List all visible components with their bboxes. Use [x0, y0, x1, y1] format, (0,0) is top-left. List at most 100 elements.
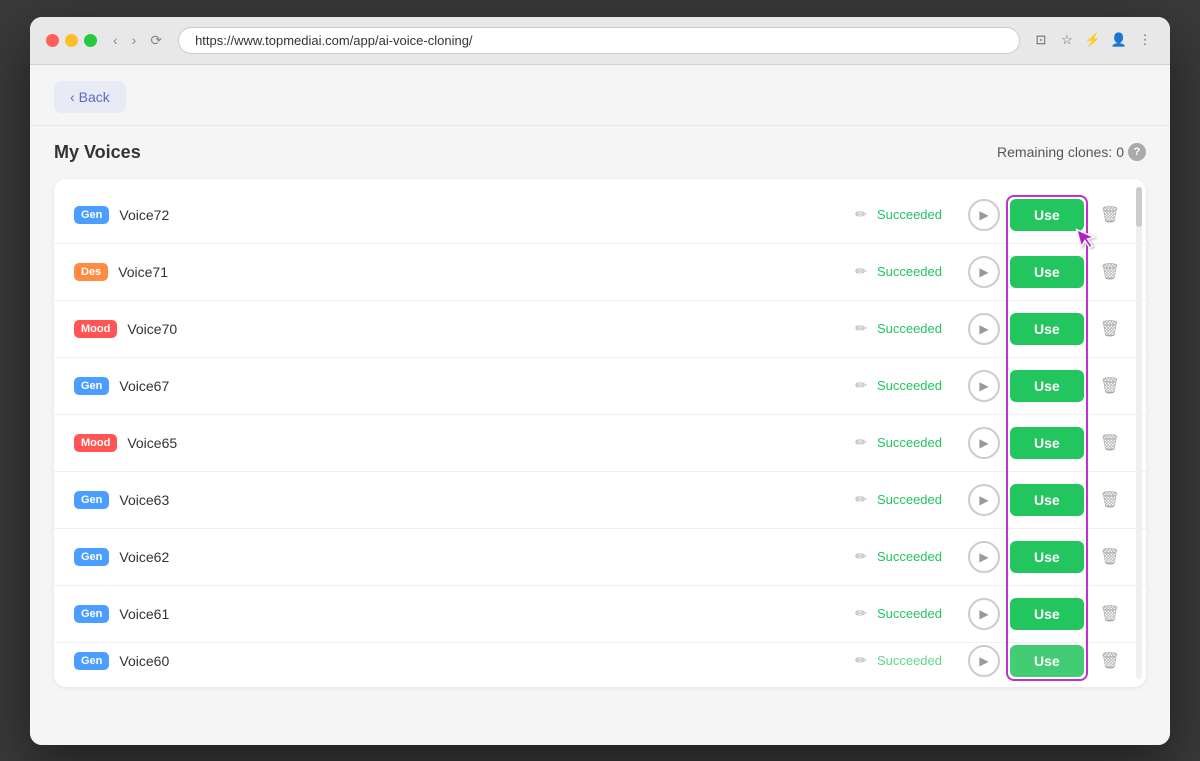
status-badge: Succeeded: [877, 653, 942, 668]
status-badge: Succeeded: [877, 264, 942, 279]
menu-icon[interactable]: ⋮: [1136, 31, 1154, 49]
list-item: Gen Voice63 ✏ Succeeded ▶ Use 🗑: [54, 472, 1146, 529]
use-button[interactable]: Use: [1010, 256, 1084, 288]
back-chevron-icon: ‹: [70, 89, 75, 105]
main-area: My Voices Remaining clones: 0 ? Gen Voic…: [30, 126, 1170, 703]
delete-button[interactable]: 🗑: [1094, 429, 1126, 457]
edit-icon[interactable]: ✏: [855, 434, 867, 451]
voice-name: Voice67: [119, 378, 841, 394]
browser-window: ‹ › ⟳ https://www.topmediai.com/app/ai-v…: [30, 17, 1170, 745]
profile-icon[interactable]: 👤: [1110, 31, 1128, 49]
delete-button[interactable]: 🗑: [1094, 486, 1126, 514]
list-item: Mood Voice70 ✏ Succeeded ▶ Use 🗑: [54, 301, 1146, 358]
title-bar: ‹ › ⟳ https://www.topmediai.com/app/ai-v…: [30, 17, 1170, 65]
edit-icon[interactable]: ✏: [855, 652, 867, 669]
play-icon: ▶: [979, 379, 988, 393]
close-button[interactable]: [46, 34, 59, 47]
remaining-count: 0: [1116, 144, 1124, 160]
star-icon[interactable]: ☆: [1058, 31, 1076, 49]
edit-icon[interactable]: ✏: [855, 605, 867, 622]
traffic-lights: [46, 34, 97, 47]
status-badge: Succeeded: [877, 435, 942, 450]
app-content: ‹ Back My Voices Remaining clones: 0 ?: [30, 65, 1170, 745]
delete-button[interactable]: 🗑: [1094, 647, 1126, 675]
use-button[interactable]: Use: [1010, 199, 1084, 231]
voice-tag: Mood: [74, 320, 117, 338]
use-button[interactable]: Use: [1010, 598, 1084, 630]
voice-name: Voice60: [119, 653, 841, 669]
play-icon: ▶: [979, 493, 988, 507]
voices-header: My Voices Remaining clones: 0 ?: [54, 142, 1146, 163]
play-button[interactable]: ▶: [968, 541, 1000, 573]
play-button[interactable]: ▶: [968, 645, 1000, 677]
extension-icon[interactable]: ⚡: [1084, 31, 1102, 49]
status-badge: Succeeded: [877, 492, 942, 507]
play-icon: ▶: [979, 322, 988, 336]
delete-button[interactable]: 🗑: [1094, 372, 1126, 400]
scrollbar-track[interactable]: [1136, 187, 1142, 679]
use-button[interactable]: Use: [1010, 313, 1084, 345]
use-button[interactable]: Use: [1010, 541, 1084, 573]
back-nav-button[interactable]: ‹: [109, 30, 122, 50]
trash-icon: 🗑: [1100, 378, 1120, 395]
delete-button[interactable]: 🗑: [1094, 543, 1126, 571]
browser-icons: ⊡ ☆ ⚡ 👤 ⋮: [1032, 31, 1154, 49]
trash-icon: 🗑: [1100, 207, 1120, 224]
address-bar[interactable]: https://www.topmediai.com/app/ai-voice-c…: [178, 27, 1020, 54]
delete-button[interactable]: 🗑: [1094, 201, 1126, 229]
edit-icon[interactable]: ✏: [855, 377, 867, 394]
delete-button[interactable]: 🗑: [1094, 258, 1126, 286]
play-button[interactable]: ▶: [968, 598, 1000, 630]
bookmark-icon[interactable]: ⊡: [1032, 31, 1050, 49]
play-icon: ▶: [979, 607, 988, 621]
voice-tag: Des: [74, 263, 108, 281]
edit-icon[interactable]: ✏: [855, 206, 867, 223]
list-item: Gen Voice62 ✏ Succeeded ▶ Use 🗑: [54, 529, 1146, 586]
voice-tag: Gen: [74, 548, 109, 566]
voice-name: Voice71: [118, 264, 841, 280]
page-title: My Voices: [54, 142, 141, 163]
status-badge: Succeeded: [877, 378, 942, 393]
trash-icon: 🗑: [1100, 492, 1120, 509]
minimize-button[interactable]: [65, 34, 78, 47]
delete-button[interactable]: 🗑: [1094, 600, 1126, 628]
forward-nav-button[interactable]: ›: [128, 30, 141, 50]
edit-icon[interactable]: ✏: [855, 320, 867, 337]
voice-name: Voice61: [119, 606, 841, 622]
use-button[interactable]: Use: [1010, 484, 1084, 516]
edit-icon[interactable]: ✏: [855, 491, 867, 508]
play-button[interactable]: ▶: [968, 256, 1000, 288]
list-item: Gen Voice60 ✏ Succeeded ▶ Use 🗑: [54, 643, 1146, 679]
play-button[interactable]: ▶: [968, 313, 1000, 345]
voice-name: Voice65: [127, 435, 841, 451]
back-page-button[interactable]: ‹ Back: [54, 81, 126, 113]
play-button[interactable]: ▶: [968, 199, 1000, 231]
list-item: Gen Voice72 ✏ Succeeded ▶ Use 🗑: [54, 187, 1146, 244]
trash-icon: 🗑: [1100, 653, 1120, 670]
list-item: Des Voice71 ✏ Succeeded ▶ Use 🗑: [54, 244, 1146, 301]
remaining-label: Remaining clones:: [997, 144, 1112, 160]
remaining-clones: Remaining clones: 0 ?: [997, 143, 1146, 161]
play-button[interactable]: ▶: [968, 427, 1000, 459]
trash-icon: 🗑: [1100, 435, 1120, 452]
use-button[interactable]: Use: [1010, 645, 1084, 677]
edit-icon[interactable]: ✏: [855, 263, 867, 280]
delete-button[interactable]: 🗑: [1094, 315, 1126, 343]
play-icon: ▶: [979, 550, 988, 564]
use-button[interactable]: Use: [1010, 370, 1084, 402]
list-item: Gen Voice67 ✏ Succeeded ▶ Use 🗑: [54, 358, 1146, 415]
play-button[interactable]: ▶: [968, 484, 1000, 516]
reload-button[interactable]: ⟳: [146, 30, 166, 51]
voice-name: Voice63: [119, 492, 841, 508]
edit-icon[interactable]: ✏: [855, 548, 867, 565]
voice-name: Voice62: [119, 549, 841, 565]
maximize-button[interactable]: [84, 34, 97, 47]
scrollbar-thumb[interactable]: [1136, 187, 1142, 227]
use-button[interactable]: Use: [1010, 427, 1084, 459]
play-icon: ▶: [979, 208, 988, 222]
sub-header: ‹ Back: [30, 65, 1170, 126]
play-button[interactable]: ▶: [968, 370, 1000, 402]
help-icon[interactable]: ?: [1128, 143, 1146, 161]
play-icon: ▶: [979, 654, 988, 668]
voice-tag: Gen: [74, 377, 109, 395]
